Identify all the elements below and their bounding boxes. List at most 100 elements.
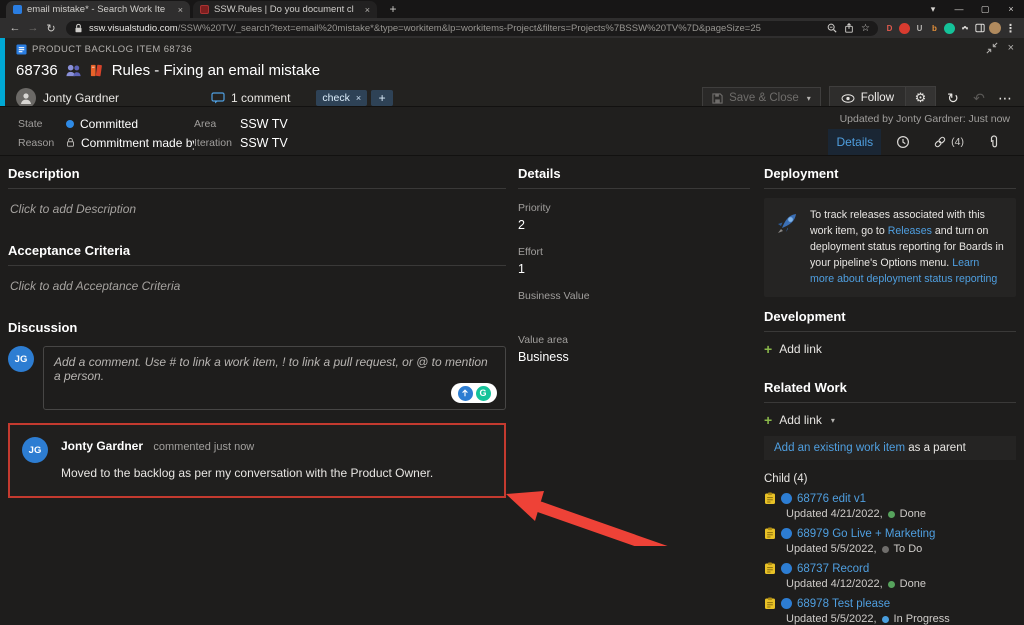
add-existing-parent-row: Add an existing work item as a parent bbox=[764, 436, 1016, 460]
child-status: In Progress bbox=[894, 613, 950, 625]
business-value-value[interactable] bbox=[518, 306, 750, 321]
development-add-link[interactable]: + Add link bbox=[764, 342, 1016, 356]
url-text: ssw.visualstudio.com/SSW%20TV/_search?te… bbox=[89, 23, 820, 34]
child-item-link[interactable]: 68776 edit v1 bbox=[797, 493, 866, 505]
child-updated: Updated 5/5/2022, bbox=[786, 613, 877, 625]
child-item-link[interactable]: 68737 Record bbox=[797, 563, 869, 575]
grammarly-icon: G bbox=[476, 386, 491, 401]
remove-tag-icon[interactable]: × bbox=[356, 93, 361, 103]
value-area-label: Value area bbox=[518, 334, 750, 346]
tab-close-icon[interactable]: × bbox=[365, 5, 370, 15]
child-work-item: 68978 Test please Updated 5/5/2022, In P… bbox=[764, 597, 1016, 625]
browser-tab-inactive[interactable]: SSW.Rules | Do you document cl × bbox=[193, 1, 377, 18]
extension-icons: D U b ⋮ bbox=[884, 22, 1016, 34]
forward-icon[interactable]: → bbox=[24, 22, 42, 34]
child-updated: Updated 5/5/2022, bbox=[786, 543, 877, 555]
iteration-value[interactable]: SSW TV bbox=[240, 136, 288, 150]
close-window-button[interactable]: × bbox=[998, 4, 1024, 14]
maximize-button[interactable]: ▢ bbox=[972, 4, 998, 15]
tab-title: SSW.Rules | Do you document cl bbox=[214, 4, 360, 15]
right-column: Deployment To track releases associated … bbox=[764, 160, 1016, 625]
reload-icon[interactable]: ↻ bbox=[42, 22, 60, 35]
people-emoji bbox=[65, 63, 82, 78]
priority-value[interactable]: 2 bbox=[518, 218, 750, 233]
task-icon bbox=[764, 527, 776, 540]
tab-attachments[interactable] bbox=[972, 129, 1016, 155]
refresh-button[interactable]: ↻ bbox=[944, 90, 962, 107]
new-tab-button[interactable]: + bbox=[385, 2, 401, 18]
acceptance-placeholder[interactable]: Click to add Acceptance Criteria bbox=[10, 279, 506, 293]
work-item-type-color-bar bbox=[0, 38, 5, 106]
add-tag-button[interactable]: + bbox=[371, 90, 393, 106]
revert-button[interactable]: ↶ bbox=[970, 90, 988, 107]
work-item-header: PRODUCT BACKLOG ITEM 68736 68736 Rules -… bbox=[0, 38, 1024, 106]
child-assignee-avatar bbox=[781, 598, 792, 609]
tab-search-icon[interactable]: ▾ bbox=[920, 4, 946, 15]
back-icon[interactable]: ← bbox=[6, 22, 24, 34]
add-existing-work-item-link[interactable]: Add an existing work item bbox=[774, 442, 905, 454]
lock-icon bbox=[66, 137, 75, 148]
plus-icon: + bbox=[764, 415, 772, 425]
child-assignee-avatar bbox=[781, 493, 792, 504]
comment-author[interactable]: Jonty Gardner bbox=[61, 439, 143, 453]
side-panel-icon[interactable] bbox=[974, 23, 985, 34]
extension-d-icon[interactable]: D bbox=[884, 23, 895, 34]
browser-profile-avatar[interactable] bbox=[989, 22, 1001, 34]
reason-label: Reason bbox=[18, 137, 66, 149]
extension-green-icon[interactable] bbox=[944, 23, 955, 34]
comment-count[interactable]: 1 comment bbox=[211, 91, 290, 105]
details-heading: Details bbox=[518, 166, 750, 189]
child-item-link[interactable]: 68979 Go Live + Marketing bbox=[797, 528, 935, 540]
state-dot bbox=[66, 120, 74, 128]
left-column: Description Click to add Description Acc… bbox=[8, 160, 506, 498]
effort-label: Effort bbox=[518, 246, 750, 258]
history-icon bbox=[896, 135, 910, 149]
comment-placeholder: Add a comment. Use # to link a work item… bbox=[44, 347, 505, 391]
plus-icon: + bbox=[764, 344, 772, 354]
area-value[interactable]: SSW TV bbox=[240, 117, 288, 131]
bookmark-star-icon[interactable]: ☆ bbox=[861, 23, 870, 34]
status-dot bbox=[882, 546, 889, 553]
work-item-title[interactable]: Rules - Fixing an email mistake bbox=[112, 62, 320, 79]
state-value[interactable]: Committed bbox=[66, 117, 194, 131]
description-placeholder[interactable]: Click to add Description bbox=[10, 202, 506, 216]
assignee-avatar[interactable] bbox=[16, 88, 36, 108]
task-icon bbox=[764, 492, 776, 505]
comment-input[interactable]: Add a comment. Use # to link a work item… bbox=[43, 346, 506, 410]
releases-link[interactable]: Releases bbox=[888, 225, 932, 237]
browser-tab-active[interactable]: email mistake* - Search Work Ite × bbox=[6, 1, 190, 18]
assignee-name[interactable]: Jonty Gardner bbox=[43, 91, 119, 105]
tab-history[interactable] bbox=[881, 129, 925, 155]
related-add-link[interactable]: + Add link ▾ bbox=[764, 413, 1016, 427]
restore-dialog-icon[interactable] bbox=[986, 42, 998, 54]
reason-value[interactable]: Commitment made by ... bbox=[66, 136, 194, 150]
tab-links[interactable]: (4) bbox=[925, 129, 972, 155]
browser-menu-icon[interactable]: ⋮ bbox=[1005, 23, 1016, 34]
work-item-content: Description Click to add Description Acc… bbox=[0, 156, 1024, 545]
child-status: Done bbox=[900, 578, 926, 590]
extensions-puzzle-icon[interactable] bbox=[959, 23, 970, 34]
tab-title: email mistake* - Search Work Ite bbox=[27, 4, 173, 15]
child-assignee-avatar bbox=[781, 563, 792, 574]
tab-details[interactable]: Details bbox=[828, 129, 881, 155]
minimize-button[interactable]: — bbox=[946, 4, 972, 14]
close-dialog-icon[interactable]: × bbox=[1008, 42, 1014, 54]
child-work-item: 68776 edit v1 Updated 4/21/2022, Done bbox=[764, 492, 1016, 520]
address-bar[interactable]: ssw.visualstudio.com/SSW%20TV/_search?te… bbox=[66, 21, 878, 36]
zoom-icon[interactable] bbox=[827, 23, 837, 33]
more-options-button[interactable]: ⋯ bbox=[996, 90, 1014, 107]
tag-group: check × + bbox=[316, 90, 393, 106]
tag-check[interactable]: check × bbox=[316, 90, 367, 106]
child-item-link[interactable]: 68978 Test please bbox=[797, 598, 890, 610]
extension-red-icon[interactable] bbox=[899, 23, 910, 34]
share-icon[interactable] bbox=[844, 23, 854, 33]
extension-u-icon[interactable]: U bbox=[914, 23, 925, 34]
save-dropdown-icon[interactable]: ▾ bbox=[807, 94, 811, 103]
comment-timestamp: commented just now bbox=[153, 441, 254, 453]
effort-value[interactable]: 1 bbox=[518, 262, 750, 277]
extension-b-icon[interactable]: b bbox=[929, 23, 940, 34]
value-area-value[interactable]: Business bbox=[518, 350, 750, 365]
screen: email mistake* - Search Work Ite × SSW.R… bbox=[0, 0, 1024, 546]
grammarly-widget[interactable]: G bbox=[451, 383, 497, 403]
tab-close-icon[interactable]: × bbox=[178, 5, 183, 15]
